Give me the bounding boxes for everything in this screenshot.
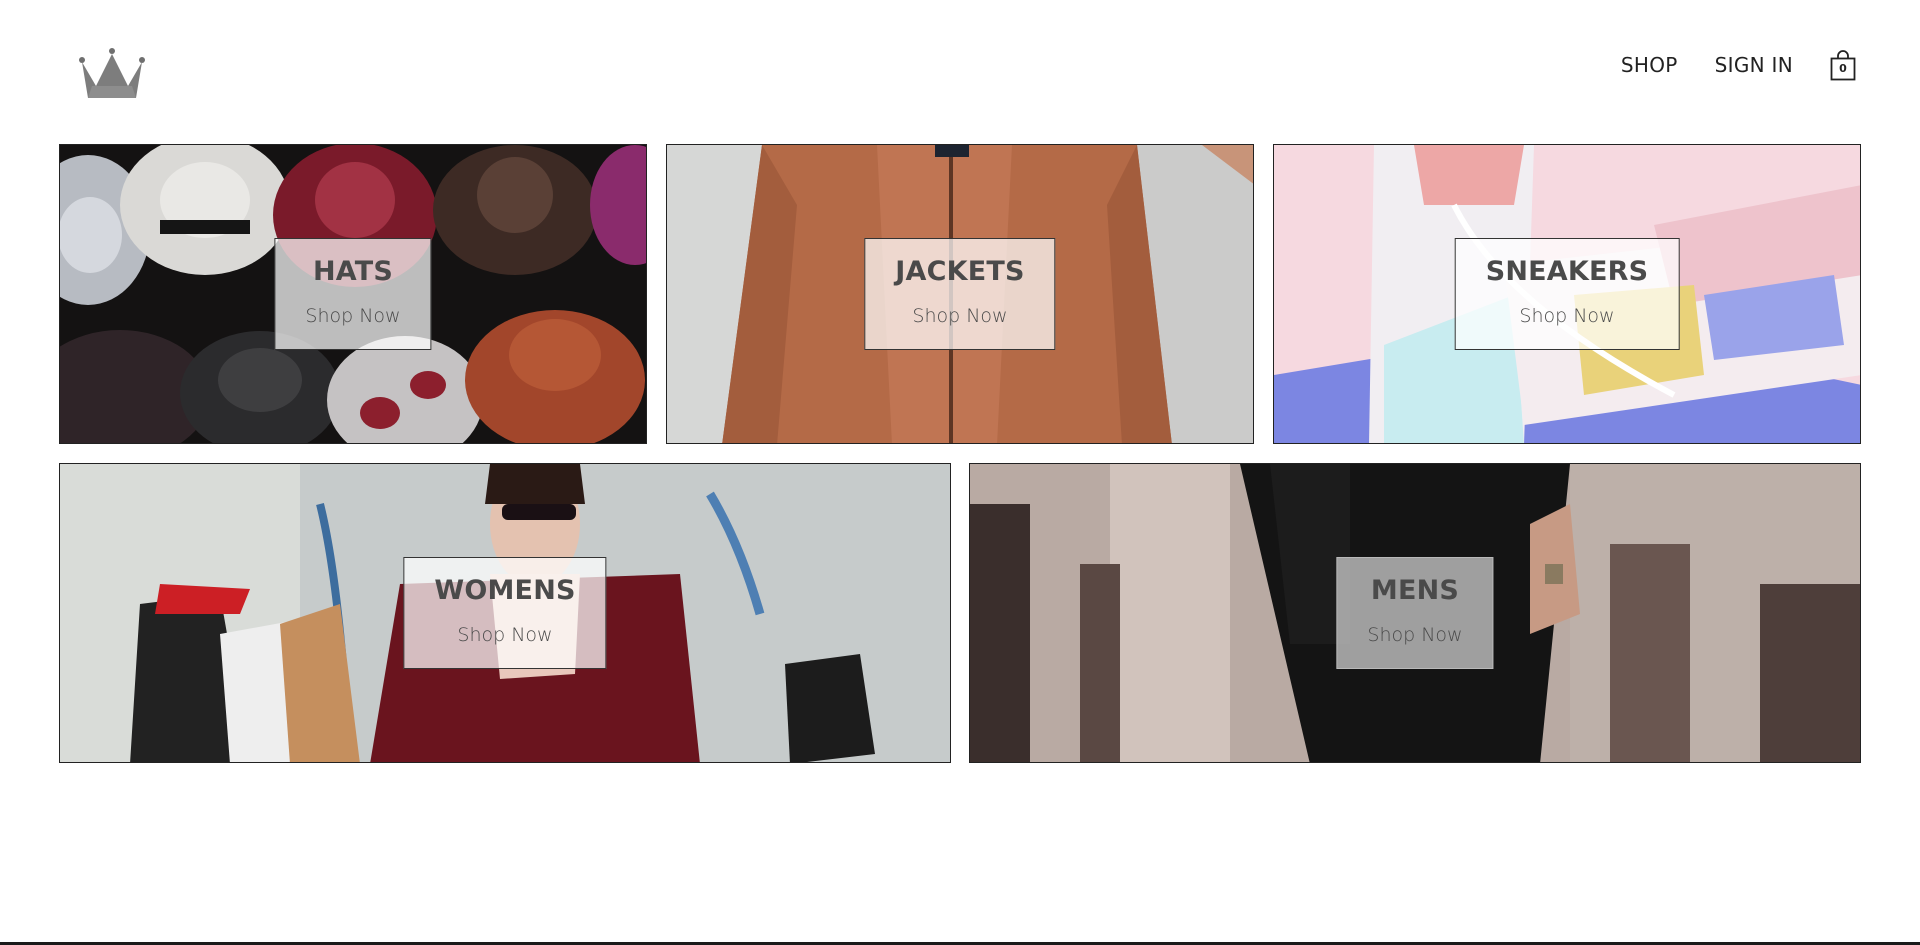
tile-title: MENS [1370, 574, 1460, 606]
cart-item-count: 0 [1839, 62, 1847, 75]
nav-shop-link[interactable]: SHOP [1621, 53, 1678, 77]
category-tile-jackets[interactable]: JACKETS Shop Now [666, 144, 1254, 444]
shop-now-link[interactable]: Shop Now [457, 624, 552, 646]
top-nav: SHOP SIGN IN 0 [1621, 48, 1856, 82]
category-tile-mens[interactable]: MENS Shop Now [969, 463, 1861, 763]
tile-title: HATS [312, 255, 394, 287]
nav-signin-link[interactable]: SIGN IN [1715, 53, 1793, 77]
crown-logo-icon[interactable] [78, 48, 146, 102]
tile-title: SNEAKERS [1485, 255, 1649, 287]
tile-title: WOMENS [434, 574, 576, 606]
tile-title: JACKETS [895, 255, 1025, 287]
shop-now-link[interactable]: Shop Now [912, 305, 1007, 327]
tile-label-box: WOMENS Shop Now [403, 557, 607, 669]
shopping-bag-icon[interactable]: 0 [1830, 49, 1856, 81]
shop-now-link[interactable]: Shop Now [305, 305, 400, 327]
site-header: SHOP SIGN IN 0 [0, 0, 1920, 140]
category-tile-sneakers[interactable]: SNEAKERS Shop Now [1273, 144, 1861, 444]
tile-label-box: JACKETS Shop Now [864, 238, 1056, 350]
tile-label-box: SNEAKERS Shop Now [1454, 238, 1680, 350]
tile-label-box: HATS Shop Now [274, 238, 432, 350]
category-tile-hats[interactable]: HATS Shop Now [59, 144, 647, 444]
tile-label-box: MENS Shop Now [1336, 557, 1494, 669]
category-tile-womens[interactable]: WOMENS Shop Now [59, 463, 951, 763]
shop-now-link[interactable]: Shop Now [1519, 305, 1614, 327]
shop-now-link[interactable]: Shop Now [1367, 624, 1462, 646]
